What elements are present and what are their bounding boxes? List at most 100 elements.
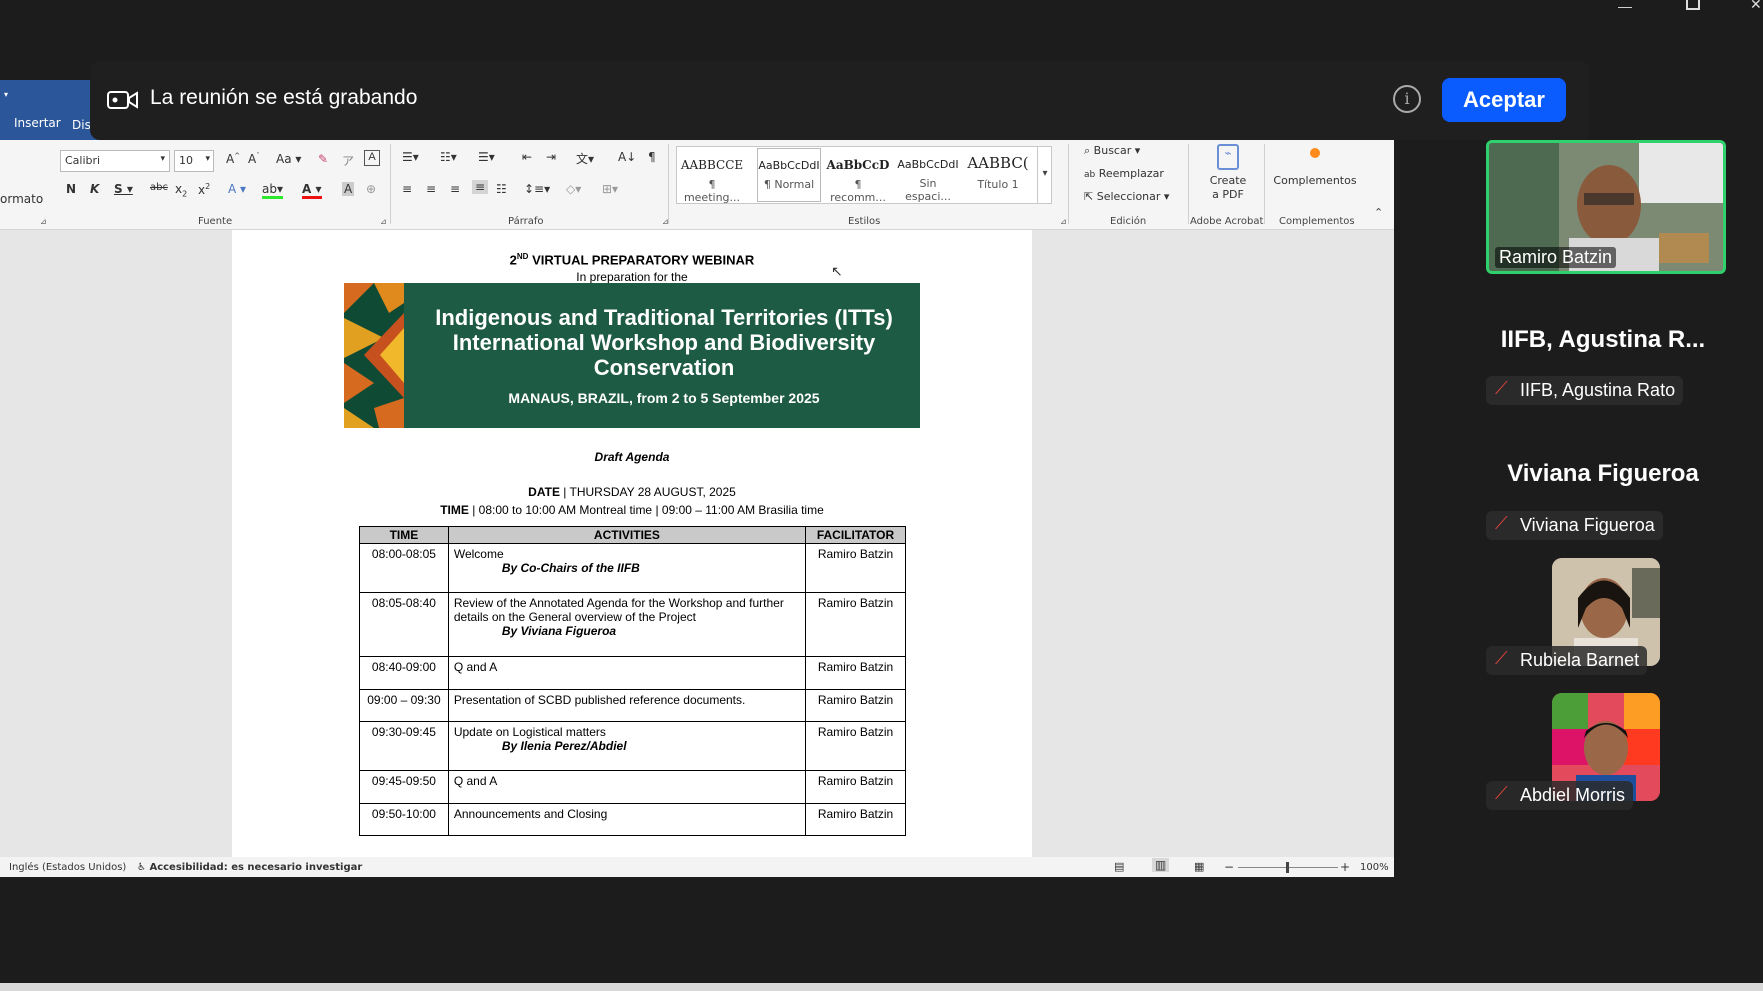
bullets-icon[interactable]: ☰▾	[402, 150, 419, 164]
minimize-icon[interactable]: —	[1618, 0, 1632, 14]
accept-button[interactable]: Aceptar	[1442, 78, 1566, 122]
show-marks-icon[interactable]: ¶	[648, 150, 656, 164]
activity-cell: Announcements and Closing	[447, 803, 807, 836]
chevron-down-icon: ▾	[205, 154, 210, 164]
style-sin-espacio[interactable]: AaBbCcDdI Sin espaci...	[896, 148, 960, 203]
read-mode-icon[interactable]: ▤	[1114, 860, 1124, 873]
agenda-table: TIME ACTIVITIES FACILITATOR 08:00-08:05 …	[359, 526, 906, 836]
zoom-slider-thumb[interactable]	[1286, 862, 1289, 873]
activity-cell: Q and A	[447, 770, 807, 804]
mic-muted-icon: ⟋	[1495, 513, 1508, 533]
participant-tile[interactable]: IIFB, Agustina R...	[1478, 326, 1728, 354]
align-right-icon[interactable]: ≡	[450, 182, 460, 196]
participant-tile-active[interactable]: Ramiro Batzin	[1486, 140, 1726, 274]
borders-icon[interactable]: ⊞▾	[602, 182, 618, 196]
zoom-level[interactable]: 100%	[1360, 862, 1389, 873]
info-icon[interactable]: i	[1393, 85, 1421, 113]
web-layout-icon[interactable]: ▦	[1194, 860, 1204, 873]
replace-icon: ab	[1084, 170, 1096, 180]
time-cell: 08:40-09:00	[359, 656, 449, 690]
col-header-time: TIME	[359, 526, 449, 544]
banner-title-1: Indigenous and Traditional Territories (…	[435, 305, 893, 330]
facilitator-cell: Ramiro Batzin	[805, 770, 906, 804]
multilevel-list-icon[interactable]: ☰▾	[478, 150, 495, 164]
italic-icon[interactable]: K	[90, 182, 99, 196]
char-shading-icon[interactable]: A	[342, 182, 355, 196]
table-row: 09:45-09:50 Q and A Ramiro Batzin	[359, 770, 906, 804]
zoom-out-icon[interactable]: −	[1224, 860, 1234, 874]
styles-more-icon[interactable]: ▾	[1037, 146, 1052, 204]
grow-font-icon[interactable]: A^	[226, 152, 240, 166]
participant-tile[interactable]: Viviana Figueroa	[1478, 460, 1728, 488]
dialog-launcher-icon[interactable]: ⊿	[1060, 217, 1067, 226]
clear-format-icon[interactable]: ✎	[318, 152, 328, 166]
time-cell: 09:50-10:00	[359, 803, 449, 836]
style-meeting[interactable]: AABBCCE ¶ meeting...	[680, 148, 744, 204]
style-recomm[interactable]: AaBbCcD ¶ recomm...	[826, 148, 890, 204]
group-label-fuente: Fuente	[198, 216, 233, 227]
select-button[interactable]: ⇱ Seleccionar ▾	[1084, 190, 1169, 203]
increase-indent-icon[interactable]: ⇥	[546, 150, 556, 164]
font-color-icon[interactable]: A ▾	[302, 182, 322, 199]
style-titulo-1[interactable]: AABBC( Título 1	[966, 148, 1030, 202]
style-normal[interactable]: AaBbCcDdI ¶ Normal	[757, 148, 821, 202]
justify-icon[interactable]: ≡	[472, 180, 489, 194]
time-cell: 08:05-08:40	[359, 592, 449, 657]
superscript-icon[interactable]: x2	[198, 182, 210, 197]
font-size-combo[interactable]: 10 ▾	[174, 150, 214, 172]
enclose-char-icon[interactable]: ⊕	[366, 182, 376, 196]
chevron-down-icon: ▾	[160, 154, 165, 164]
language-status[interactable]: Inglés (Estados Unidos)	[9, 862, 126, 873]
sort-icon[interactable]: A↓	[618, 150, 636, 164]
doc-subheading: In preparation for the	[576, 270, 688, 284]
mic-muted-icon: ⟋	[1495, 378, 1508, 398]
ribbon-divider	[1068, 144, 1069, 224]
group-label-parrafo: Párrafo	[508, 216, 544, 227]
create-pdf-button[interactable]: ⌁ Create a PDF	[1196, 144, 1260, 202]
strikethrough-icon[interactable]: abc	[150, 182, 168, 193]
tab-dis[interactable]: Dis	[72, 116, 91, 134]
tab-insertar[interactable]: Insertar	[0, 106, 68, 140]
shading-icon[interactable]: ◇▾	[566, 182, 581, 196]
dialog-launcher-icon[interactable]: ⊿	[380, 217, 387, 226]
align-center-icon[interactable]: ≡	[426, 182, 436, 196]
dialog-launcher-icon[interactable]: ⊿	[662, 217, 669, 226]
document-page[interactable]: 2ND VIRTUAL PREPARATORY WEBINAR In prepa…	[232, 230, 1032, 860]
distributed-icon[interactable]: ☷	[496, 182, 507, 196]
activity-cell: Welcome By Co-Chairs of the IIFB	[447, 543, 807, 593]
pdf-icon: ⌁	[1217, 144, 1239, 170]
align-left-icon[interactable]: ≡	[402, 182, 412, 196]
underline-icon[interactable]: S ▾	[114, 182, 133, 196]
facilitator-cell: Ramiro Batzin	[805, 592, 906, 657]
replace-button[interactable]: ab Reemplazar	[1084, 167, 1164, 180]
participant-label: ⟋ Viviana Figueroa	[1486, 511, 1663, 540]
print-layout-icon[interactable]: ▥	[1152, 858, 1170, 872]
char-border-icon[interactable]: A	[364, 150, 380, 166]
highlight-icon[interactable]: ab▾	[262, 182, 283, 199]
text-direction-icon[interactable]: 文▾	[576, 150, 594, 167]
complementos-button[interactable]: Complementos	[1272, 148, 1358, 187]
decrease-indent-icon[interactable]: ⇤	[522, 150, 532, 164]
dialog-launcher-icon[interactable]: ⊿	[40, 217, 47, 226]
collapse-ribbon-icon[interactable]: ⌃	[1374, 206, 1383, 219]
change-case-icon[interactable]: Aa ▾	[276, 152, 301, 166]
close-icon[interactable]: ✕	[1750, 0, 1762, 12]
line-spacing-icon[interactable]: ↕≡▾	[524, 182, 550, 196]
subscript-icon[interactable]: x2	[175, 182, 187, 198]
restore-icon[interactable]	[1686, 0, 1700, 10]
zoom-in-icon[interactable]: +	[1340, 860, 1350, 874]
format-painter-label[interactable]: ormato	[0, 192, 43, 206]
participant-label: ⟋ IIFB, Agustina Rato	[1486, 376, 1684, 405]
activity-cell: Review of the Annotated Agenda for the W…	[447, 592, 807, 657]
accessibility-status[interactable]: ♿ Accesibilidad: es necesario investigar	[137, 862, 362, 873]
group-label-estilos: Estilos	[848, 216, 881, 227]
font-name-combo[interactable]: Calibri ▾	[60, 150, 170, 172]
facilitator-cell: Ramiro Batzin	[805, 656, 906, 690]
find-button[interactable]: ⌕ Buscar ▾	[1084, 144, 1140, 158]
text-effects-icon[interactable]: A ▾	[228, 182, 246, 196]
shrink-font-icon[interactable]: Aˇ	[248, 152, 260, 166]
numbering-icon[interactable]: ☷▾	[440, 150, 457, 164]
event-banner: Indigenous and Traditional Territories (…	[344, 283, 920, 428]
bold-icon[interactable]: N	[66, 182, 76, 196]
phonetic-guide-icon[interactable]: ア	[342, 152, 354, 169]
